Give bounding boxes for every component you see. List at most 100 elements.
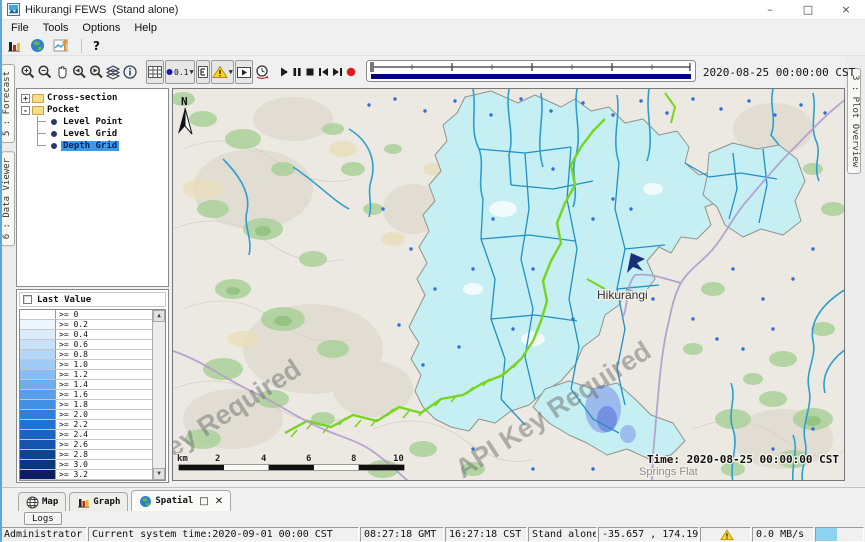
- legend-row[interactable]: >= 1.4: [20, 380, 152, 390]
- legend-row[interactable]: >= 0.6: [20, 340, 152, 350]
- stop-icon[interactable]: [304, 60, 316, 84]
- svg-text:2: 2: [215, 454, 220, 464]
- warning-dropdown[interactable]: ▼: [211, 60, 234, 84]
- skip-start-icon[interactable]: [317, 60, 330, 84]
- tab-forecast[interactable]: 5 : Forecast: [1, 64, 15, 143]
- legend-row[interactable]: >= 2.2: [20, 420, 152, 430]
- legend-value-label: >= 3.0: [56, 460, 88, 469]
- tab-map[interactable]: Map: [18, 492, 66, 511]
- legend-row[interactable]: >= 3.0: [20, 460, 152, 470]
- threshold-dropdown[interactable]: 0.1 ▼: [165, 60, 195, 84]
- layer-tree: + Cross-section - Pocket Level Point Lev…: [16, 88, 169, 287]
- legend-color-swatch: [20, 450, 56, 459]
- zoom-in-icon[interactable]: [20, 60, 36, 84]
- status-data-rate: 0.0 MB/s: [752, 527, 814, 542]
- legend-row[interactable]: >= 1.6: [20, 390, 152, 400]
- legend-row[interactable]: >= 0: [20, 310, 152, 320]
- status-bar: Administrator Current system time:2020-0…: [0, 526, 865, 542]
- app-logo-icon: [7, 3, 20, 16]
- panel-maximize-icon[interactable]: □: [199, 496, 208, 507]
- logs-button[interactable]: Logs: [24, 512, 62, 525]
- tree-leaf-depth-grid[interactable]: Depth Grid: [21, 140, 168, 152]
- tree-leaf-level-grid[interactable]: Level Grid: [21, 128, 168, 140]
- right-tab-strip: 3 : Plot Overview: [845, 56, 865, 487]
- bullet-icon: [51, 119, 57, 125]
- title-bar: Hikurangi FEWS (Stand alone) – □ ×: [0, 0, 865, 20]
- maximize-button[interactable]: □: [789, 0, 827, 19]
- legend-value-label: >= 1.0: [56, 360, 88, 369]
- last-value-checkbox[interactable]: [23, 295, 32, 304]
- skip-end-icon[interactable]: [331, 60, 344, 84]
- bullet-icon: [51, 143, 57, 149]
- legend-color-swatch: [20, 380, 56, 389]
- legend-row[interactable]: >= 3.2: [20, 470, 152, 480]
- spatial-chart-icon[interactable]: [53, 38, 70, 53]
- scroll-up-icon[interactable]: ▲: [153, 310, 165, 322]
- legend-row[interactable]: >= 2.8: [20, 450, 152, 460]
- legend-row[interactable]: >= 0.8: [20, 350, 152, 360]
- info-icon[interactable]: [122, 60, 138, 84]
- scroll-down-icon[interactable]: ▼: [153, 468, 165, 480]
- collapse-icon[interactable]: -: [21, 106, 30, 115]
- legend-scrollbar[interactable]: ▲ ▼: [152, 310, 165, 480]
- tab-spatial[interactable]: Spatial □ ✕: [131, 490, 231, 511]
- time-slider[interactable]: [366, 58, 696, 87]
- legend-value-label: >= 0: [56, 310, 78, 319]
- tree-leaf-level-point[interactable]: Level Point: [21, 116, 168, 128]
- legend-value-label: >= 0.4: [56, 330, 88, 339]
- label-icon[interactable]: [196, 60, 210, 84]
- wire-globe-icon: [26, 496, 39, 509]
- zoom-next-icon[interactable]: [88, 60, 104, 84]
- globe-icon[interactable]: [30, 38, 45, 53]
- menu-item[interactable]: Help: [127, 22, 164, 34]
- close-button[interactable]: ×: [827, 0, 865, 19]
- menu-item[interactable]: Tools: [36, 22, 76, 34]
- threshold-value: 0.1: [174, 68, 188, 77]
- map-view[interactable]: API Key Required API Key Required Hikura…: [172, 88, 845, 481]
- legend-row[interactable]: >= 1.2: [20, 370, 152, 380]
- tab-plot-overview[interactable]: 3 : Plot Overview: [847, 68, 861, 174]
- grid-icon[interactable]: [146, 60, 164, 84]
- minimize-button[interactable]: –: [751, 0, 789, 19]
- legend-row[interactable]: >= 1.0: [20, 360, 152, 370]
- menu-item[interactable]: Options: [75, 22, 127, 34]
- window-title: Hikurangi FEWS (Stand alone): [25, 4, 178, 16]
- tree-node-label: Cross-section: [47, 93, 117, 103]
- pause-icon[interactable]: [291, 60, 303, 84]
- expand-icon[interactable]: +: [21, 94, 30, 103]
- tree-node-cross-section[interactable]: + Cross-section: [21, 92, 168, 104]
- record-icon[interactable]: [345, 60, 357, 84]
- zoom-out-icon[interactable]: [37, 60, 53, 84]
- svg-text:6: 6: [306, 454, 311, 464]
- tab-data-viewer[interactable]: 6 : Data Viewer: [1, 151, 15, 246]
- legend-row[interactable]: >= 2.6: [20, 440, 152, 450]
- legend-row[interactable]: >= 2.0: [20, 410, 152, 420]
- legend-row[interactable]: >= 0.2: [20, 320, 152, 330]
- time-slider-thumb: [370, 62, 374, 72]
- status-local-time: 16:27:18 CST: [445, 527, 527, 542]
- legend-value-label: >= 1.6: [56, 390, 88, 399]
- layers-icon[interactable]: [105, 60, 121, 84]
- play-icon[interactable]: [278, 60, 290, 84]
- legend-value-label: >= 2.6: [56, 440, 88, 449]
- legend-color-swatch: [20, 310, 56, 319]
- legend-value-label: >= 1.2: [56, 370, 88, 379]
- pan-hand-icon[interactable]: [54, 60, 70, 84]
- legend-row[interactable]: >= 2.4: [20, 430, 152, 440]
- zoom-previous-icon[interactable]: [71, 60, 87, 84]
- time-navigator-icon[interactable]: [254, 60, 270, 84]
- status-warning-icon[interactable]: [700, 527, 751, 542]
- panel-close-icon[interactable]: ✕: [215, 496, 223, 507]
- tree-node-pocket[interactable]: - Pocket: [21, 104, 168, 116]
- legend-row[interactable]: >= 0.4: [20, 330, 152, 340]
- animation-icon[interactable]: [235, 60, 253, 84]
- status-mode: Stand alone: [528, 527, 597, 542]
- menu-item[interactable]: File: [4, 22, 36, 34]
- bar-chart-icon[interactable]: [6, 38, 22, 53]
- svg-text:N: N: [181, 95, 188, 108]
- help-icon[interactable]: ?: [93, 39, 100, 53]
- tab-graph[interactable]: Graph: [69, 492, 128, 511]
- status-coordinates: -35.657 , 174.199: [598, 527, 699, 542]
- legend-row[interactable]: >= 1.8: [20, 400, 152, 410]
- legend-value-label: >= 0.2: [56, 320, 88, 329]
